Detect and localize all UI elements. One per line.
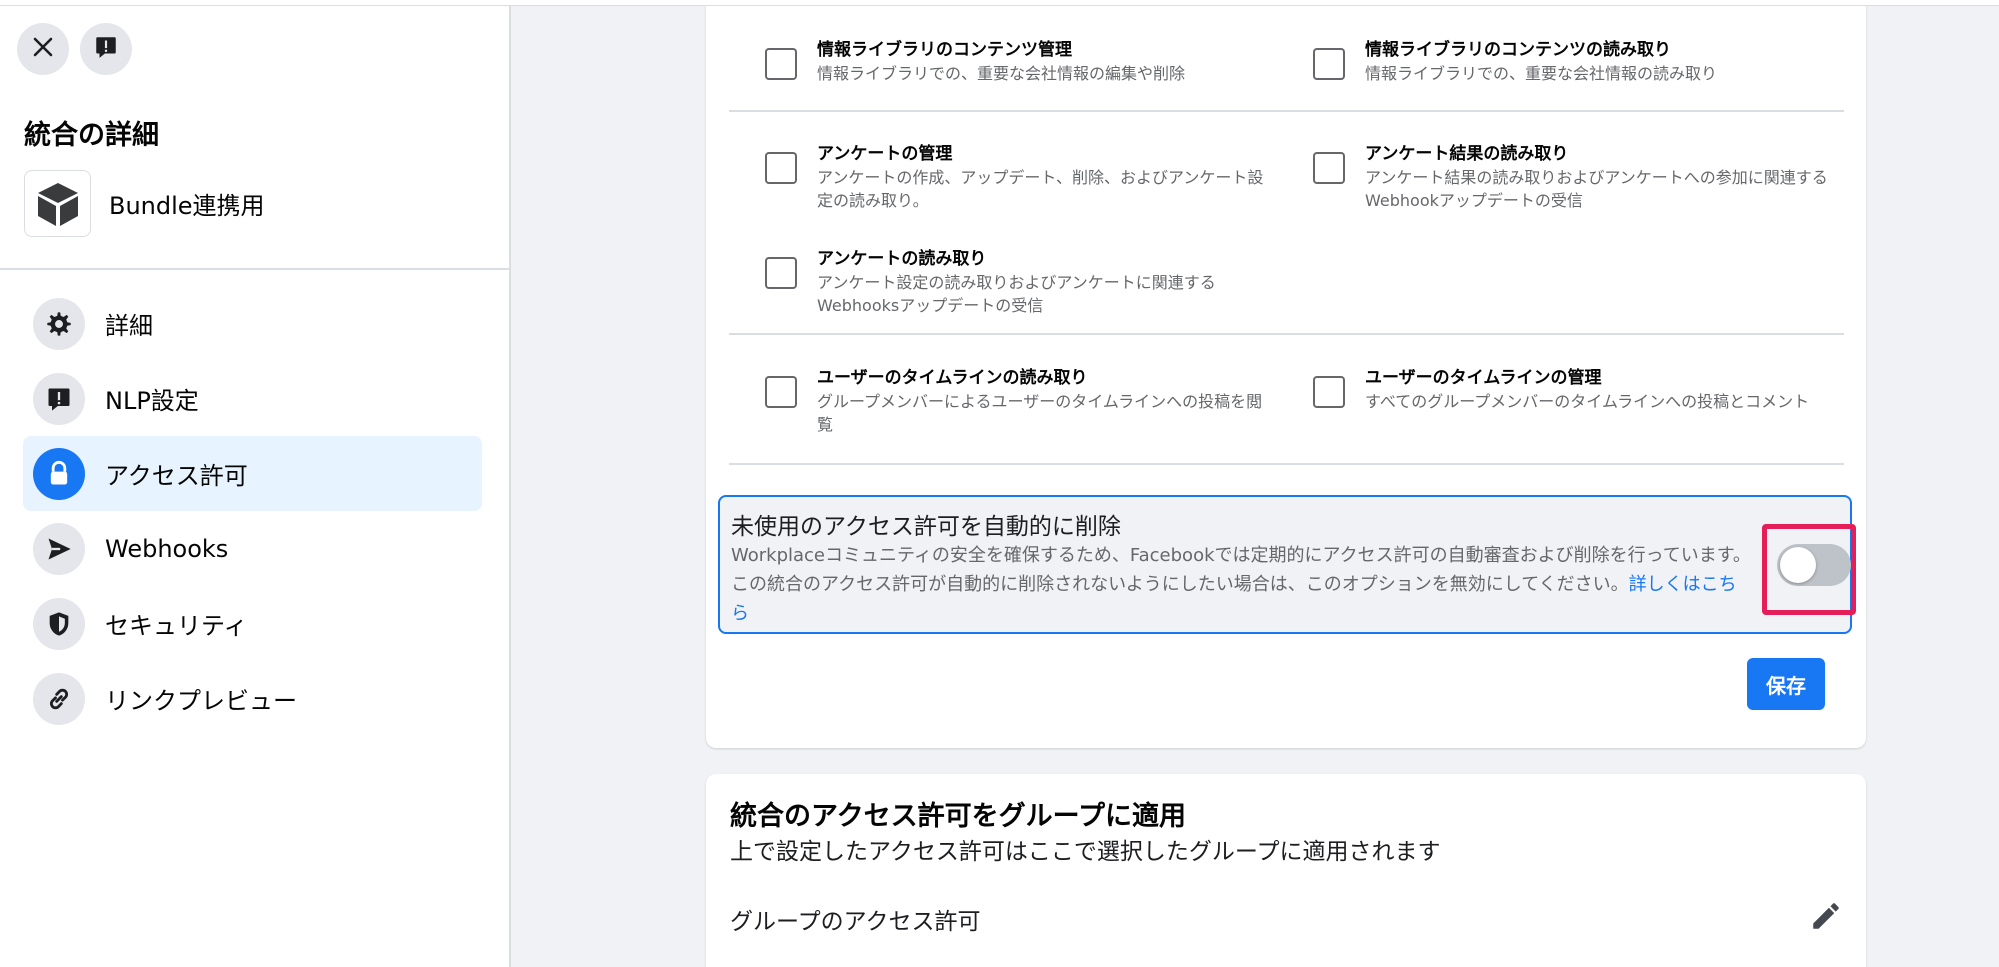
sidebar-item-permissions[interactable]: アクセス許可 [23, 436, 482, 511]
permission-desc: すべてのグループメンバーのタイムラインへの投稿とコメント [1365, 392, 1810, 411]
report-icon [93, 34, 119, 64]
permission-item: 情報ライブラリのコンテンツ管理 情報ライブラリでの、重要な会社情報の編集や削除 [765, 38, 1285, 85]
permission-checkbox[interactable] [1313, 152, 1345, 184]
permission-checkbox[interactable] [1313, 376, 1345, 408]
sidebar-item-webhooks[interactable]: Webhooks [23, 511, 482, 586]
permission-title: 情報ライブラリのコンテンツの読み取り [1365, 40, 1671, 60]
app-name: Bundle連携用 [109, 192, 265, 220]
permissions-card: 情報ライブラリのコンテンツ管理 情報ライブラリでの、重要な会社情報の編集や削除 … [706, 0, 1866, 748]
sidebar-item-label: セキュリティ [105, 612, 248, 640]
edit-group-permissions-button[interactable] [1806, 898, 1846, 938]
save-button[interactable]: 保存 [1747, 658, 1825, 710]
group-permissions-card: 統合のアクセス許可をグループに適用 上で設定したアクセス許可はここで選択したグル… [706, 774, 1866, 967]
permission-checkbox[interactable] [1313, 48, 1345, 80]
auto-remove-panel: 未使用のアクセス許可を自動的に削除 Workplaceコミュニティの安全を確保す… [718, 495, 1856, 634]
sidebar-title: 統合の詳細 [24, 120, 159, 151]
permission-checkbox[interactable] [765, 152, 797, 184]
permission-desc: アンケートの作成、アップデート、削除、およびアンケート設定の読み取り。 [817, 168, 1264, 210]
permission-checkbox[interactable] [765, 376, 797, 408]
permission-item: ユーザーのタイムラインの管理 すべてのグループメンバーのタイムラインへの投稿とコ… [1313, 366, 1843, 413]
sidebar-divider [0, 268, 510, 270]
permission-checkbox[interactable] [765, 257, 797, 289]
sidebar-item-details[interactable]: 詳細 [23, 286, 482, 361]
permission-item: ユーザーのタイムラインの読み取り グループメンバーによるユーザーのタイムラインへ… [765, 366, 1265, 436]
top-edge [0, 0, 1999, 6]
app-cube-icon [24, 170, 91, 237]
permission-desc: アンケート結果の読み取りおよびアンケートへの参加に関連するWebhookアップデ… [1365, 168, 1828, 210]
sidebar-item-label: NLP設定 [105, 387, 199, 415]
permission-item: 情報ライブラリのコンテンツの読み取り 情報ライブラリでの、重要な会社情報の読み取… [1313, 38, 1833, 85]
sidebar: 統合の詳細 Bundle連携用 詳細 NLP設定 アクセス許可 Webhooks… [0, 0, 511, 967]
sidebar-item-security[interactable]: セキュリティ [23, 586, 482, 661]
permission-desc: 情報ライブラリでの、重要な会社情報の読み取り [1365, 64, 1718, 83]
sidebar-item-nlp[interactable]: NLP設定 [23, 361, 482, 436]
sidebar-item-label: アクセス許可 [105, 462, 248, 490]
permission-title: 情報ライブラリのコンテンツ管理 [817, 40, 1072, 60]
permission-title: ユーザーのタイムラインの読み取り [817, 368, 1088, 388]
auto-remove-desc-text: Workplaceコミュニティの安全を確保するため、Facebookでは定期的に… [731, 545, 1751, 595]
permission-title: アンケートの読み取り [817, 249, 987, 269]
permission-title: ユーザーのタイムラインの管理 [1365, 368, 1602, 388]
permission-checkbox[interactable] [765, 48, 797, 80]
permission-item: アンケートの管理 アンケートの作成、アップデート、削除、およびアンケート設定の読… [765, 142, 1265, 212]
section-divider [729, 463, 1844, 465]
close-button[interactable] [17, 23, 69, 75]
close-icon [31, 35, 55, 63]
permission-item: アンケート結果の読み取り アンケート結果の読み取りおよびアンケートへの参加に関連… [1313, 142, 1843, 212]
send-icon [33, 522, 85, 575]
permission-title: アンケート結果の読み取り [1365, 144, 1569, 164]
permission-desc: 情報ライブラリでの、重要な会社情報の編集や削除 [817, 64, 1186, 83]
link-icon [33, 672, 85, 725]
pencil-icon [1809, 899, 1843, 937]
sidebar-item-label: Webhooks [105, 534, 229, 563]
shield-icon [33, 597, 85, 650]
permission-title: アンケートの管理 [817, 144, 953, 164]
sidebar-item-link-preview[interactable]: リンクプレビュー [23, 661, 482, 736]
permission-desc: グループメンバーによるユーザーのタイムラインへの投稿を閲覧 [817, 392, 1263, 434]
permission-desc: アンケート設定の読み取りおよびアンケートに関連するWebhooksアップデートの… [817, 273, 1216, 315]
lock-icon [33, 447, 85, 500]
group-section-subtitle: 上で設定したアクセス許可はここで選択したグループに適用されます [730, 839, 1441, 865]
auto-remove-desc: Workplaceコミュニティの安全を確保するため、Facebookでは定期的に… [731, 541, 1751, 628]
toggle-knob [1780, 547, 1816, 583]
group-permissions-label: グループのアクセス許可 [730, 909, 981, 935]
section-divider [729, 110, 1844, 112]
sidebar-nav: 詳細 NLP設定 アクセス許可 Webhooks セキュリティ リンクプレビュー [23, 286, 482, 736]
sidebar-item-label: リンクプレビュー [105, 687, 297, 715]
sidebar-item-label: 詳細 [105, 312, 153, 340]
app-info: Bundle連携用 [24, 170, 265, 237]
report-button[interactable] [80, 23, 132, 75]
group-section-title: 統合のアクセス許可をグループに適用 [730, 801, 1187, 832]
section-divider [729, 333, 1844, 335]
speech-bubble-icon [33, 372, 85, 425]
auto-remove-toggle[interactable] [1777, 544, 1851, 586]
auto-remove-title: 未使用のアクセス許可を自動的に削除 [731, 514, 1121, 540]
permission-item: アンケートの読み取り アンケート設定の読み取りおよびアンケートに関連するWebh… [765, 247, 1265, 317]
gear-icon [33, 297, 85, 350]
